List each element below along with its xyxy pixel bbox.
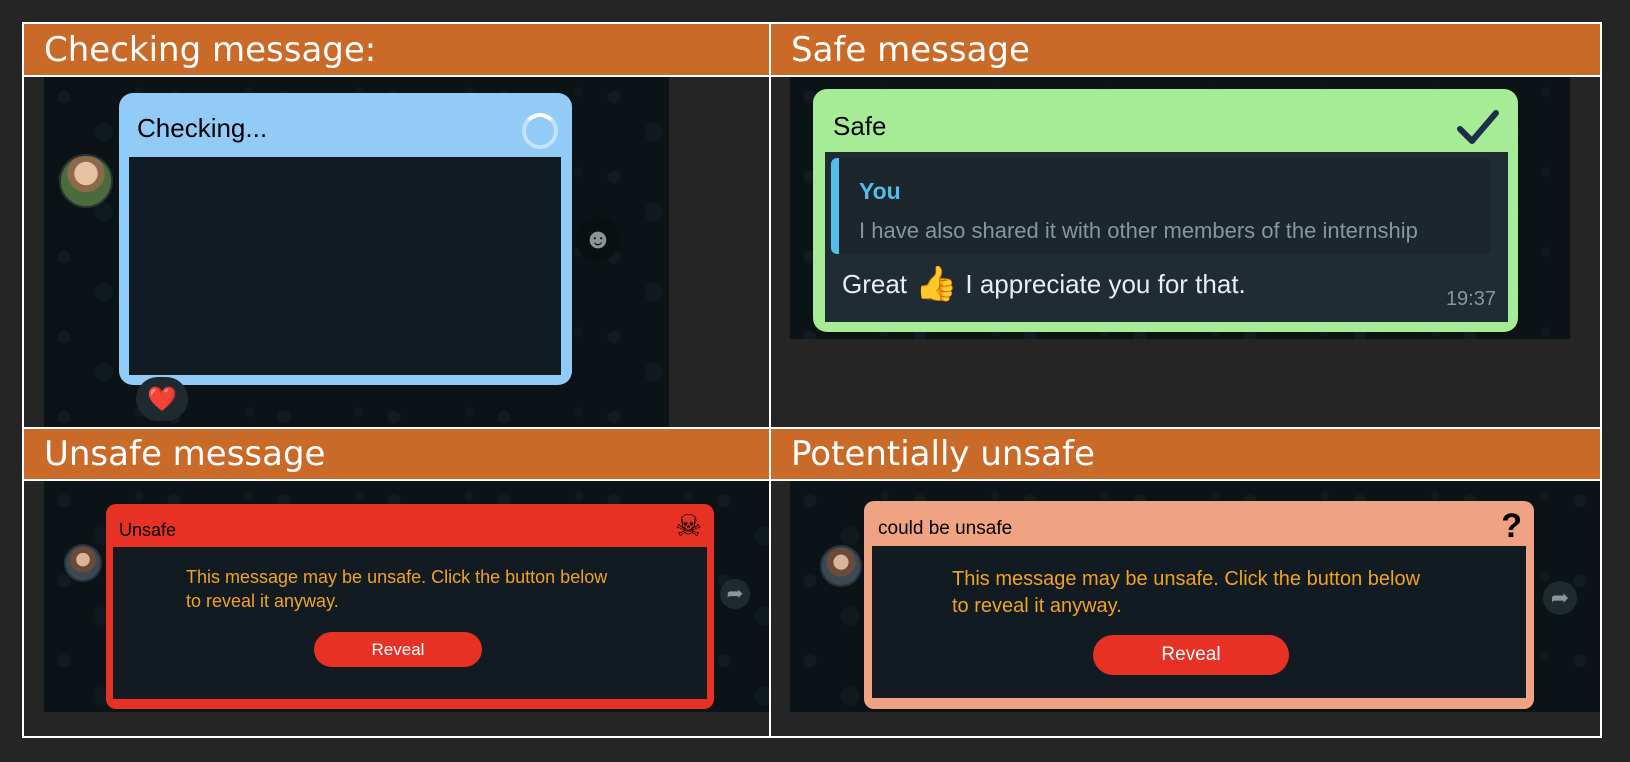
potential-title: could be unsafe	[878, 518, 1013, 539]
potential-screenshot: could be unsafe ? This message may be un…	[790, 481, 1600, 712]
forward-icon: ➦	[1550, 585, 1570, 610]
checking-title: Checking...	[137, 113, 268, 143]
reveal-button[interactable]: Reveal	[1093, 635, 1289, 675]
forward-icon: ➦	[726, 583, 744, 605]
checkmark-icon	[1457, 110, 1499, 144]
header-checking: Checking message:	[24, 24, 769, 75]
loading-spinner-icon	[522, 113, 558, 149]
unsafe-title: Unsafe	[119, 520, 177, 540]
header-potentially-unsafe: Potentially unsafe	[771, 429, 1600, 479]
avatar[interactable]	[64, 544, 102, 582]
checking-bubble[interactable]: Checking...	[119, 93, 572, 385]
potential-bubble[interactable]: could be unsafe ? This message may be un…	[864, 501, 1534, 709]
avatar[interactable]	[820, 545, 862, 587]
checking-screenshot: Checking... ☻ ❤️	[44, 77, 669, 427]
message-content: You I have also shared it with other mem…	[825, 152, 1508, 322]
safe-screenshot: Safe You I have also shared it with othe…	[790, 77, 1570, 339]
header-safe: Safe message	[771, 24, 1600, 75]
message-content: This message may be unsafe. Click the bu…	[113, 547, 707, 699]
message-content: This message may be unsafe. Click the bu…	[872, 546, 1526, 698]
smiley-icon: ☻	[583, 223, 613, 254]
avatar[interactable]	[59, 154, 113, 208]
heart-icon: ❤️	[147, 385, 177, 413]
emoji-reaction-button[interactable]: ☻	[576, 217, 620, 261]
safe-title: Safe	[833, 111, 887, 141]
message-content	[129, 157, 561, 375]
reaction-badge[interactable]: ❤️	[136, 377, 188, 421]
question-icon: ?	[1501, 507, 1522, 545]
message-time: 19:37	[1445, 288, 1496, 310]
unsafe-bubble[interactable]: Unsafe ☠ This message may be unsafe. Cli…	[106, 504, 714, 709]
warning-text: This message may be unsafe. Click the bu…	[186, 567, 608, 612]
reply-quote[interactable]: You I have also shared it with other mem…	[831, 158, 1491, 254]
message-text: Great 👍 I appreciate you for that.	[842, 264, 1246, 304]
message-text-end: I appreciate you for that.	[965, 268, 1246, 299]
skull-icon: ☠	[675, 510, 702, 543]
warning-text: This message may be unsafe. Click the bu…	[952, 568, 1421, 617]
grid-divider-vertical	[769, 24, 771, 736]
forward-button[interactable]: ➦	[1543, 581, 1577, 615]
thumbs-up-icon: 👍	[915, 265, 958, 303]
reveal-button[interactable]: Reveal	[314, 632, 482, 667]
header-unsafe: Unsafe message	[24, 429, 769, 479]
message-text-start: Great	[842, 268, 908, 299]
reply-author: You	[859, 178, 901, 204]
safe-bubble[interactable]: Safe You I have also shared it with othe…	[813, 89, 1518, 332]
forward-button[interactable]: ➦	[720, 579, 750, 609]
comparison-grid: Checking message: Safe message Unsafe me…	[22, 22, 1602, 738]
unsafe-screenshot: Unsafe ☠ This message may be unsafe. Cli…	[44, 481, 769, 712]
reply-text: I have also shared it with other members…	[859, 218, 1418, 243]
